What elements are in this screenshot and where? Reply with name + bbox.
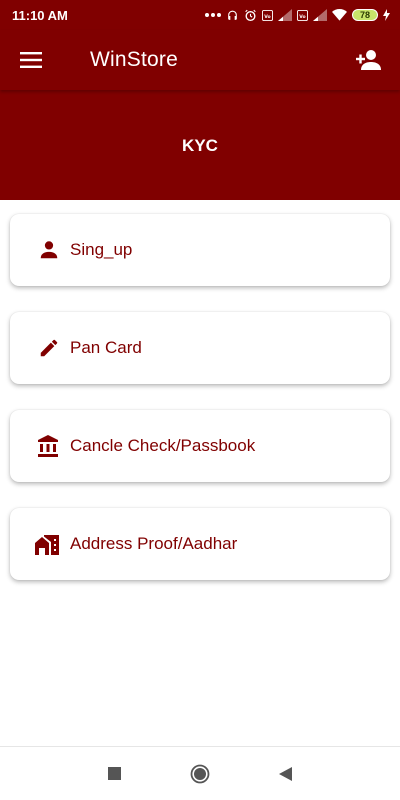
headset-icon xyxy=(228,10,237,20)
banner-title: KYC xyxy=(182,136,218,155)
battery-indicator: 78 xyxy=(352,9,378,21)
cancel-check-label: Cancle Check/Passbook xyxy=(70,436,256,455)
recents-icon xyxy=(107,767,121,780)
home-icon xyxy=(190,764,210,783)
menu-icon xyxy=(20,52,42,68)
menu-button[interactable] xyxy=(0,30,62,90)
charging-icon xyxy=(383,9,390,21)
person-add-icon xyxy=(356,50,381,70)
signup-card-label: Sing_up xyxy=(70,240,133,259)
volte-icon: Vo xyxy=(262,9,273,21)
svg-text:Vo: Vo xyxy=(264,13,270,19)
status-bar: 11:10 AM Vo Vo 78 xyxy=(0,0,400,30)
address-proof-label: Address Proof/Aadhar xyxy=(70,534,238,553)
alarm-icon xyxy=(245,9,256,21)
back-icon xyxy=(279,766,292,781)
recents-button[interactable] xyxy=(102,762,126,786)
pan-card-card[interactable]: Pan Card xyxy=(10,312,390,384)
volte-icon: Vo xyxy=(297,9,308,21)
app-title: WinStore xyxy=(90,48,178,71)
wifi-icon xyxy=(332,9,347,21)
person-icon xyxy=(10,239,70,261)
bank-icon xyxy=(10,434,70,458)
signup-card[interactable]: Sing_up xyxy=(10,214,390,286)
pan-card-label: Pan Card xyxy=(70,338,142,357)
add-user-button[interactable] xyxy=(338,30,400,90)
signal-icon xyxy=(313,9,327,21)
status-indicators: Vo Vo 78 xyxy=(205,9,390,22)
app-bar: WinStore xyxy=(0,30,400,90)
system-nav-bar xyxy=(0,746,400,800)
status-time: 11:10 AM xyxy=(12,7,68,23)
kyc-card-list: Sing_up Pan Card Cancle Check/Passbook A… xyxy=(10,214,390,606)
signal-icon xyxy=(278,9,292,21)
pencil-icon xyxy=(10,337,70,359)
home-button[interactable] xyxy=(188,762,212,786)
kyc-banner: KYC xyxy=(0,90,400,200)
address-proof-card[interactable]: Address Proof/Aadhar xyxy=(10,508,390,580)
dots-icon xyxy=(205,13,221,17)
cancel-check-card[interactable]: Cancle Check/Passbook xyxy=(10,410,390,482)
back-button[interactable] xyxy=(274,762,298,786)
svg-text:Vo: Vo xyxy=(299,13,305,19)
home-work-icon xyxy=(10,532,70,556)
